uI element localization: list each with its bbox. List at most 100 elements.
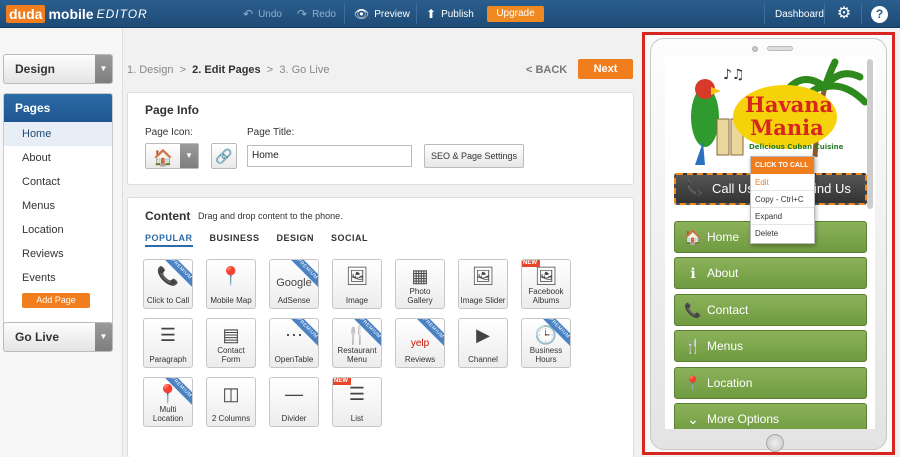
sidebar-item-home[interactable]: Home — [4, 122, 112, 146]
publish-button[interactable]: ⬆ Publish — [426, 0, 474, 28]
undo-label: Undo — [258, 8, 282, 20]
breadcrumb-separator: > — [179, 64, 187, 76]
tab-business[interactable]: BUSINESS — [210, 233, 260, 247]
widget-contact-form[interactable]: ▤ Contact Form — [206, 318, 256, 368]
widget-paragraph[interactable]: ☰ Paragraph — [143, 318, 193, 368]
widget-label: Divider — [281, 414, 307, 423]
context-edit[interactable]: Edit — [751, 174, 814, 191]
context-copy[interactable]: Copy - Ctrl+C — [751, 191, 814, 208]
preview-button[interactable]: 👁 Preview — [354, 0, 410, 28]
divider-icon: — — [285, 384, 303, 404]
top-bar: duda mobile EDITOR ↶ Undo ↷ Redo 👁 Preview … — [0, 0, 900, 28]
page-title-input[interactable]: Home — [247, 145, 412, 167]
home-icon: 🏠 — [684, 229, 702, 245]
back-button[interactable]: < BACK — [526, 64, 567, 76]
phone-menu-menus[interactable]: 🍴 Menus — [674, 330, 867, 362]
find-us-label: ind Us — [814, 181, 851, 196]
breadcrumb: 1. Design > 2. Edit Pages > 3. Go Live — [127, 64, 329, 76]
context-menu: CLICK TO CALL Edit Copy - Ctrl+C Expand … — [750, 156, 815, 244]
widget-adsense[interactable]: Google PREMIUM AdSense — [269, 259, 319, 309]
sidebar-item-reviews[interactable]: Reviews — [4, 242, 112, 266]
phone-menu-about[interactable]: ℹ About — [674, 257, 867, 289]
widget-image[interactable]: 🖼 Image — [332, 259, 382, 309]
content-hint: Drag and drop content to the phone. — [198, 211, 343, 221]
context-expand[interactable]: Expand — [751, 208, 814, 225]
chevron-down-icon: ▼ — [95, 323, 112, 351]
widget-mobile-map[interactable]: 📍 Mobile Map — [206, 259, 256, 309]
go-live-label: Go Live — [15, 330, 60, 344]
widget-list[interactable]: ☰ NEW List — [332, 377, 382, 427]
widget-label: Multi Location — [152, 405, 184, 423]
duda-logo: duda mobile EDITOR — [6, 5, 148, 23]
next-button[interactable]: Next — [578, 59, 633, 79]
widget-opentable[interactable]: ⋯ PREMIUM OpenTable — [269, 318, 319, 368]
step-design[interactable]: 1. Design — [127, 64, 173, 76]
toolbar-divider — [861, 4, 862, 24]
sidebar-item-events[interactable]: Events — [4, 266, 112, 290]
page-title-label: Page Title: — [247, 127, 295, 138]
sidebar-item-about[interactable]: About — [4, 146, 112, 170]
phone-speaker — [767, 46, 793, 51]
widget-multi-location[interactable]: 📍 PREMIUM Multi Location — [143, 377, 193, 427]
widget-2-columns[interactable]: ◫ 2 Columns — [206, 377, 256, 427]
content-tabs: POPULAR BUSINESS DESIGN SOCIAL — [145, 233, 368, 247]
svg-text:♪♫: ♪♫ — [723, 67, 745, 83]
widget-click-to-call[interactable]: 📞 PREMIUM Click to Call — [143, 259, 193, 309]
map-pin-icon: 📍 — [684, 375, 702, 391]
step-edit-pages: 2. Edit Pages — [192, 64, 261, 76]
menu-label: Contact — [707, 303, 749, 317]
step-go-live[interactable]: 3. Go Live — [279, 64, 329, 76]
tab-popular[interactable]: POPULAR — [145, 233, 193, 247]
sidebar-item-location[interactable]: Location — [4, 218, 112, 242]
widget-reviews[interactable]: yelp PREMIUM Reviews — [395, 318, 445, 368]
go-live-dropdown[interactable]: Go Live ▼ — [3, 322, 113, 352]
widget-divider[interactable]: — Divider — [269, 377, 319, 427]
toolbar-divider — [824, 4, 825, 24]
link-icon[interactable]: 🔗 — [211, 143, 237, 169]
design-dropdown[interactable]: Design ▼ — [3, 54, 113, 84]
phone-menu-more-options[interactable]: ⌄ More Options — [674, 403, 867, 429]
tab-design[interactable]: DESIGN — [277, 233, 315, 247]
sidebar-item-contact[interactable]: Contact — [4, 170, 112, 194]
widget-restaurant-menu[interactable]: 🍴 PREMIUM Restaurant Menu — [332, 318, 382, 368]
widget-label: Photo Gallery — [407, 287, 433, 305]
widget-image-slider[interactable]: 🖼 Image Slider — [458, 259, 508, 309]
map-pin-icon: 📍 — [219, 266, 243, 286]
toolbar-divider — [764, 4, 765, 24]
tab-social[interactable]: SOCIAL — [331, 233, 368, 247]
help-icon[interactable]: ? — [871, 6, 888, 23]
info-icon: ℹ — [690, 265, 696, 281]
phone-menu-location[interactable]: 📍 Location — [674, 367, 867, 399]
page-icon-label: Page Icon: — [145, 127, 193, 138]
page-icon-selector[interactable]: 🏠 ▼ — [145, 143, 199, 169]
widget-channel[interactable]: ▶ Channel — [458, 318, 508, 368]
page-info-title: Page Info — [145, 103, 200, 117]
havana-mania-logo: ♪♫ Havana Mania Delicious Cuban Cuisine — [691, 58, 869, 165]
redo-button[interactable]: ↷ Redo — [297, 0, 336, 28]
toolbar-divider — [344, 4, 345, 24]
gear-icon[interactable]: ⚙ — [835, 5, 853, 23]
phone-menu-contact[interactable]: 📞 Contact — [674, 294, 867, 326]
call-us-label: Call Us — [712, 181, 754, 196]
logo-line1: Havana — [745, 92, 834, 117]
phone-scrollbar[interactable] — [867, 59, 873, 209]
phone-device: ♪♫ Havana Mania Delicious Cuban Cuisine … — [650, 38, 887, 452]
upgrade-button[interactable]: Upgrade — [487, 6, 544, 22]
widget-label: Restaurant Menu — [337, 346, 377, 364]
new-badge: NEW — [522, 260, 540, 267]
add-page-button[interactable]: Add Page — [22, 293, 90, 308]
image-icon: 🖼 — [345, 266, 369, 286]
widget-label: AdSense — [277, 296, 311, 305]
undo-button[interactable]: ↶ Undo — [243, 0, 282, 28]
columns-icon: ◫ — [222, 384, 240, 404]
widget-photo-gallery[interactable]: ▦ Photo Gallery — [395, 259, 445, 309]
widget-label: Mobile Map — [210, 296, 252, 305]
seo-settings-button[interactable]: SEO & Page Settings — [424, 144, 524, 168]
widget-facebook-albums[interactable]: 🖼 NEW Facebook Albums — [521, 259, 571, 309]
widget-business-hours[interactable]: 🕒 PREMIUM Business Hours — [521, 318, 571, 368]
sidebar-item-menus[interactable]: Menus — [4, 194, 112, 218]
logo-duda-text: duda — [6, 5, 46, 23]
context-delete[interactable]: Delete — [751, 225, 814, 242]
dashboard-link[interactable]: Dashboard — [775, 0, 824, 28]
site-logo-banner[interactable]: ♪♫ Havana Mania Delicious Cuban Cuisine — [665, 57, 875, 167]
